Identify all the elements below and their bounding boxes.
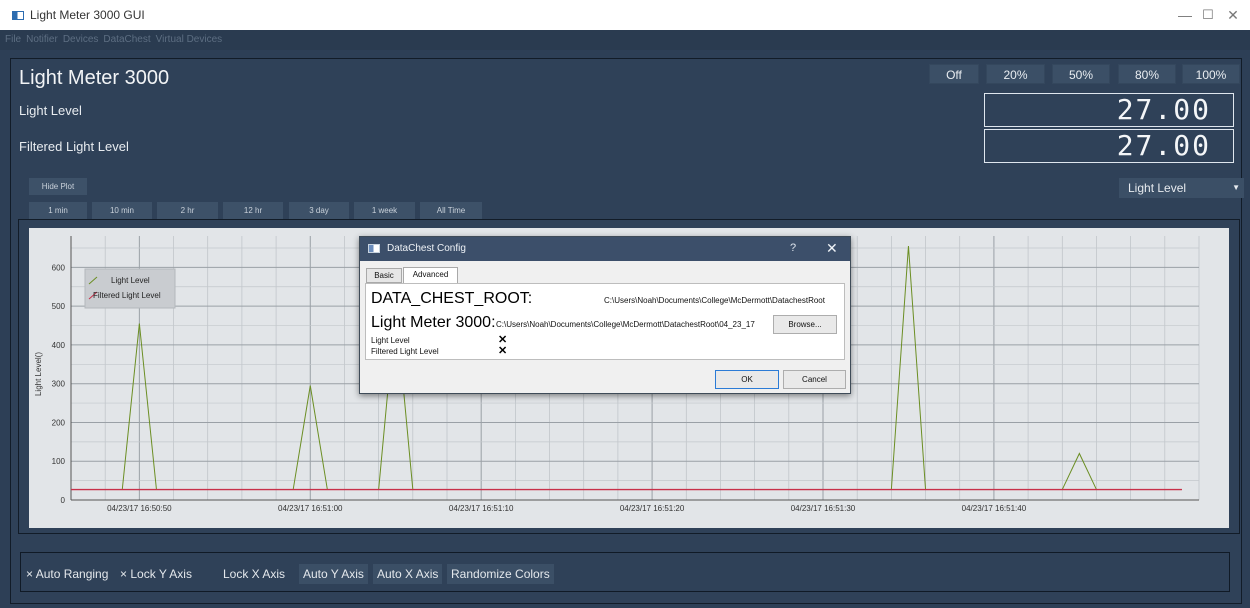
device-title: Light Meter 3000 [19, 67, 170, 89]
root-label: DATA_CHEST_ROOT: [371, 290, 533, 307]
range-3day-button[interactable]: 3 day [289, 202, 349, 219]
lock-y-axis-checkbox[interactable]: × Lock Y Axis [120, 564, 192, 584]
x-tick-label: 04/23/17 16:50:50 [107, 504, 172, 513]
preset-100-button[interactable]: 100% [1182, 64, 1240, 84]
legend-label: Light Level [111, 276, 150, 285]
dialog-app-icon [368, 244, 380, 253]
filtered-light-level-label: Filtered Light Level [19, 139, 129, 154]
range-12hr-button[interactable]: 12 hr [223, 202, 283, 219]
close-icon[interactable]: ✕ [1218, 4, 1248, 26]
dropdown-arrow-icon: ▼ [1232, 183, 1240, 192]
range-alltime-button[interactable]: All Time [420, 202, 482, 219]
plot-controls-bar: × Auto Ranging × Lock Y Axis Lock X Axis… [20, 552, 1230, 592]
y-tick-label: 500 [52, 302, 66, 311]
ok-button[interactable]: OK [715, 370, 779, 389]
preset-off-button[interactable]: Off [929, 64, 979, 84]
menu-bar: File Notifier Devices DataChest Virtual Devi… [0, 30, 1250, 50]
lock-y-check: × [120, 567, 128, 581]
device-path-label: Light Meter 3000: [371, 314, 496, 331]
legend-label: Filtered Light Level [93, 291, 161, 300]
range-2hr-button[interactable]: 2 hr [157, 202, 218, 219]
item-filtered-light-level-check[interactable]: ✕ [498, 344, 507, 357]
menu-file[interactable]: File [5, 30, 21, 50]
plot-select-dropdown[interactable]: Light Level ▼ [1119, 178, 1244, 198]
window-titlebar: Light Meter 3000 GUI — ☐ ✕ [0, 0, 1250, 30]
advanced-tab-pane: DATA_CHEST_ROOT: C:\Users\Noah\Documents… [365, 283, 845, 360]
item-light-level-label: Light Level [371, 336, 410, 345]
x-tick-label: 04/23/17 16:51:00 [278, 504, 343, 513]
range-1min-button[interactable]: 1 min [29, 202, 87, 219]
app-icon [12, 11, 24, 20]
legend-box [84, 268, 176, 309]
lock-x-axis-checkbox[interactable]: Lock X Axis [223, 564, 285, 584]
range-10min-button[interactable]: 10 min [92, 202, 152, 219]
randomize-colors-button[interactable]: Randomize Colors [447, 564, 554, 584]
y-tick-label: 100 [52, 457, 66, 466]
x-tick-label: 04/23/17 16:51:20 [620, 504, 685, 513]
light-level-readout: 27.00 [984, 93, 1234, 127]
hide-plot-button[interactable]: Hide Plot [29, 178, 87, 195]
dialog-close-icon[interactable]: ✕ [826, 240, 838, 257]
auto-x-axis-button[interactable]: Auto X Axis [373, 564, 443, 584]
window-title: Light Meter 3000 GUI [30, 8, 145, 22]
x-tick-label: 04/23/17 16:51:40 [962, 504, 1027, 513]
menu-virtual-devices[interactable]: Virtual Devices [156, 30, 223, 50]
dialog-titlebar: DataChest Config ? ✕ [360, 237, 850, 261]
auto-ranging-check: × [26, 567, 34, 581]
item-filtered-light-level-label: Filtered Light Level [371, 347, 439, 356]
y-tick-label: 600 [52, 263, 66, 272]
datachest-config-dialog[interactable]: DataChest Config ? ✕ Basic Advanced DATA… [359, 236, 851, 394]
preset-80-button[interactable]: 80% [1118, 64, 1176, 84]
y-tick-label: 200 [52, 418, 66, 427]
y-axis-label: Light Level() [34, 352, 43, 396]
x-tick-label: 04/23/17 16:51:10 [449, 504, 514, 513]
root-path: C:\Users\Noah\Documents\College\McDermot… [604, 296, 825, 305]
range-1week-button[interactable]: 1 week [354, 202, 415, 219]
browse-button[interactable]: Browse... [773, 315, 837, 334]
y-tick-label: 400 [52, 341, 66, 350]
tab-advanced[interactable]: Advanced [403, 267, 458, 284]
preset-50-button[interactable]: 50% [1052, 64, 1110, 84]
device-path: C:\Users\Noah\Documents\College\McDermot… [496, 320, 755, 329]
auto-ranging-label: Auto Ranging [35, 567, 109, 581]
help-icon[interactable]: ? [790, 242, 796, 254]
x-tick-label: 04/23/17 16:51:30 [791, 504, 856, 513]
filtered-light-level-readout: 27.00 [984, 129, 1234, 163]
light-level-label: Light Level [19, 103, 82, 118]
menu-devices[interactable]: Devices [63, 30, 99, 50]
preset-20-button[interactable]: 20% [986, 64, 1045, 84]
tab-basic[interactable]: Basic [366, 268, 402, 283]
menu-notifier[interactable]: Notifier [26, 30, 58, 50]
plot-select-value: Light Level [1128, 181, 1187, 195]
menu-datachest[interactable]: DataChest [103, 30, 150, 50]
dialog-title: DataChest Config [387, 243, 466, 254]
y-tick-label: 300 [52, 380, 66, 389]
lock-y-label: Lock Y Axis [130, 567, 192, 581]
auto-y-axis-button[interactable]: Auto Y Axis [299, 564, 368, 584]
auto-ranging-checkbox[interactable]: × Auto Ranging [26, 564, 108, 584]
y-tick-label: 0 [61, 496, 66, 505]
cancel-button[interactable]: Cancel [783, 370, 846, 389]
